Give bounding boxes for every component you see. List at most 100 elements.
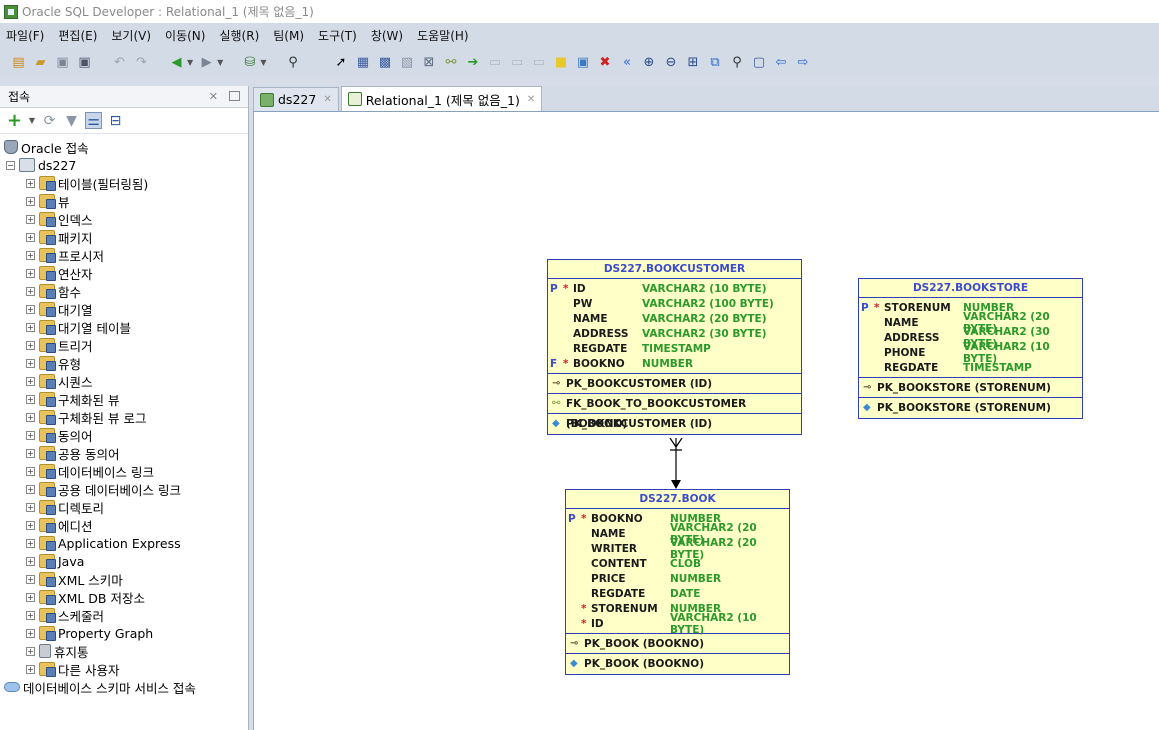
tree-item[interactable]: + 공용 데이터베이스 링크 <box>0 480 248 498</box>
new-view-icon[interactable]: ▩ <box>376 54 393 71</box>
menu-navigate[interactable]: 이동(N) <box>165 27 205 44</box>
back-icon[interactable]: ◀ <box>168 54 185 71</box>
expand-toggle-icon[interactable]: + <box>26 322 35 332</box>
close-icon[interactable]: ✕ <box>323 94 331 105</box>
close-icon[interactable]: ✕ <box>527 94 535 105</box>
box2-icon[interactable]: ▭ <box>508 54 525 71</box>
tab-relational[interactable]: Relational_1 (제목 없음_1) ✕ <box>340 86 543 111</box>
tree-item[interactable]: + 디렉토리 <box>0 498 248 516</box>
forward-icon[interactable]: ▶ <box>198 54 215 71</box>
tree-connection[interactable]: − ds227 <box>0 156 248 174</box>
tree-view-icon[interactable]: ⊟ <box>107 112 124 129</box>
sql-worksheet-icon[interactable]: ⛁ <box>241 54 258 71</box>
undo-icon[interactable]: ↶ <box>111 54 128 71</box>
find-icon[interactable]: ⚲ <box>728 54 745 71</box>
expand-toggle-icon[interactable]: + <box>26 250 35 260</box>
expand-toggle-icon[interactable]: + <box>26 448 35 458</box>
tree-item[interactable]: + 구체화된 뷰 <box>0 390 248 408</box>
refresh-icon[interactable]: ⟳ <box>41 112 58 129</box>
tree-item[interactable]: + 프로시저 <box>0 246 248 264</box>
binoculars-icon[interactable]: ⚲ <box>284 54 301 71</box>
expand-toggle-icon[interactable]: + <box>26 574 35 584</box>
entity-book[interactable]: DS227.BOOK P * BOOKNO NUMBER NAME VARCHAR2 (2… <box>565 489 790 675</box>
entity-bookcustomer[interactable]: DS227.BOOKCUSTOMER P * ID VARCHAR2 (10 BYTE… <box>547 259 802 435</box>
entity-bookstore[interactable]: DS227.BOOKSTORE P * STORENUM NUMBER NAME VARC… <box>858 278 1083 419</box>
expand-toggle-icon[interactable]: + <box>26 376 35 386</box>
diagram-canvas[interactable]: DS227.BOOKCUSTOMER P * ID VARCHAR2 (10 BYTE… <box>253 112 1159 730</box>
tree-item[interactable]: + XML 스키마 <box>0 570 248 588</box>
save-icon[interactable]: ▣ <box>54 54 71 71</box>
expand-toggle-icon[interactable]: + <box>26 214 35 224</box>
schema-browser-icon[interactable]: ⚌ <box>85 112 102 129</box>
menu-view[interactable]: 보기(V) <box>111 27 151 44</box>
tree-item[interactable]: + Application Express <box>0 534 248 552</box>
menu-edit[interactable]: 편집(E) <box>58 27 97 44</box>
expand-toggle-icon[interactable]: + <box>26 358 35 368</box>
expand-toggle-icon[interactable]: + <box>26 538 35 548</box>
tree-item[interactable]: + 에디션 <box>0 516 248 534</box>
collapse-toggle-icon[interactable]: − <box>6 160 15 170</box>
expand-toggle-icon[interactable]: + <box>26 196 35 206</box>
delete-icon[interactable]: ✖ <box>596 54 613 71</box>
tree-item[interactable]: + 연산자 <box>0 264 248 282</box>
image-icon[interactable]: ▣ <box>574 54 591 71</box>
tree-schema-service[interactable]: 데이터베이스 스키마 서비스 접속 <box>0 678 248 696</box>
tree-item[interactable]: + 테이블(필터링됨) <box>0 174 248 192</box>
tree-item[interactable]: + XML DB 저장소 <box>0 588 248 606</box>
open-folder-icon[interactable]: ▰ <box>32 54 49 71</box>
fit-screen-icon[interactable]: ⊞ <box>684 54 701 71</box>
expand-toggle-icon[interactable]: + <box>26 178 35 188</box>
tree-item[interactable]: + 휴지통 <box>0 642 248 660</box>
zoom-in-icon[interactable]: ⊕ <box>640 54 657 71</box>
box3-icon[interactable]: ▭ <box>530 54 547 71</box>
tree-item[interactable]: + 패키지 <box>0 228 248 246</box>
tab-ds227[interactable]: ds227 ✕ <box>253 87 339 111</box>
expand-toggle-icon[interactable]: + <box>26 646 35 656</box>
new-file-icon[interactable]: ▤ <box>10 54 27 71</box>
filter-icon[interactable]: ▼ <box>63 112 80 129</box>
tree-item[interactable]: + 스케줄러 <box>0 606 248 624</box>
expand-toggle-icon[interactable]: + <box>26 610 35 620</box>
expand-toggle-icon[interactable]: + <box>26 556 35 566</box>
menu-team[interactable]: 팀(M) <box>273 27 304 44</box>
expand-toggle-icon[interactable]: + <box>26 664 35 674</box>
tree-root[interactable]: Oracle 접속 <box>0 138 248 156</box>
expand-toggle-icon[interactable]: + <box>26 232 35 242</box>
tree-item[interactable]: + 대기열 <box>0 300 248 318</box>
expand-toggle-icon[interactable]: + <box>26 520 35 530</box>
tree-item[interactable]: + 뷰 <box>0 192 248 210</box>
new-fk-icon[interactable]: ⊠ <box>420 54 437 71</box>
expand-toggle-icon[interactable]: + <box>26 268 35 278</box>
expand-toggle-icon[interactable]: + <box>26 394 35 404</box>
expand-toggle-icon[interactable]: + <box>26 502 35 512</box>
expand-toggle-icon[interactable]: + <box>26 430 35 440</box>
tree-item[interactable]: + 유형 <box>0 354 248 372</box>
relationship-connector[interactable] <box>666 438 686 490</box>
menu-window[interactable]: 창(W) <box>371 27 403 44</box>
forward-dropdown-icon[interactable]: ▼ <box>217 58 223 67</box>
expand-toggle-icon[interactable]: + <box>26 484 35 494</box>
tree-item[interactable]: + 함수 <box>0 282 248 300</box>
add-connection-icon[interactable]: + <box>6 110 23 131</box>
new-table-icon[interactable]: ▦ <box>354 54 371 71</box>
tree-item[interactable]: + Property Graph <box>0 624 248 642</box>
expand-toggle-icon[interactable]: + <box>26 412 35 422</box>
box1-icon[interactable]: ▭ <box>486 54 503 71</box>
tree-item[interactable]: + 공용 동의어 <box>0 444 248 462</box>
menu-run[interactable]: 실행(R) <box>219 27 259 44</box>
menu-tools[interactable]: 도구(T) <box>318 27 357 44</box>
tree-item[interactable]: + 대기열 테이블 <box>0 318 248 336</box>
tree-item[interactable]: + 동의어 <box>0 426 248 444</box>
minimize-icon[interactable] <box>229 91 240 101</box>
note-icon[interactable]: ■ <box>552 54 569 71</box>
arrow-right-icon[interactable]: ➔ <box>464 54 481 71</box>
expand-toggle-icon[interactable]: + <box>26 340 35 350</box>
redo-icon[interactable]: ↷ <box>133 54 150 71</box>
sql-dropdown-icon[interactable]: ▼ <box>260 58 266 67</box>
tree-item[interactable]: + 구체화된 뷰 로그 <box>0 408 248 426</box>
expand-toggle-icon[interactable]: + <box>26 286 35 296</box>
new-relation-icon[interactable]: ⚯ <box>442 54 459 71</box>
properties-icon[interactable]: ▢ <box>750 54 767 71</box>
new-entity-icon[interactable]: ▧ <box>398 54 415 71</box>
zoom-out-icon[interactable]: ⊖ <box>662 54 679 71</box>
